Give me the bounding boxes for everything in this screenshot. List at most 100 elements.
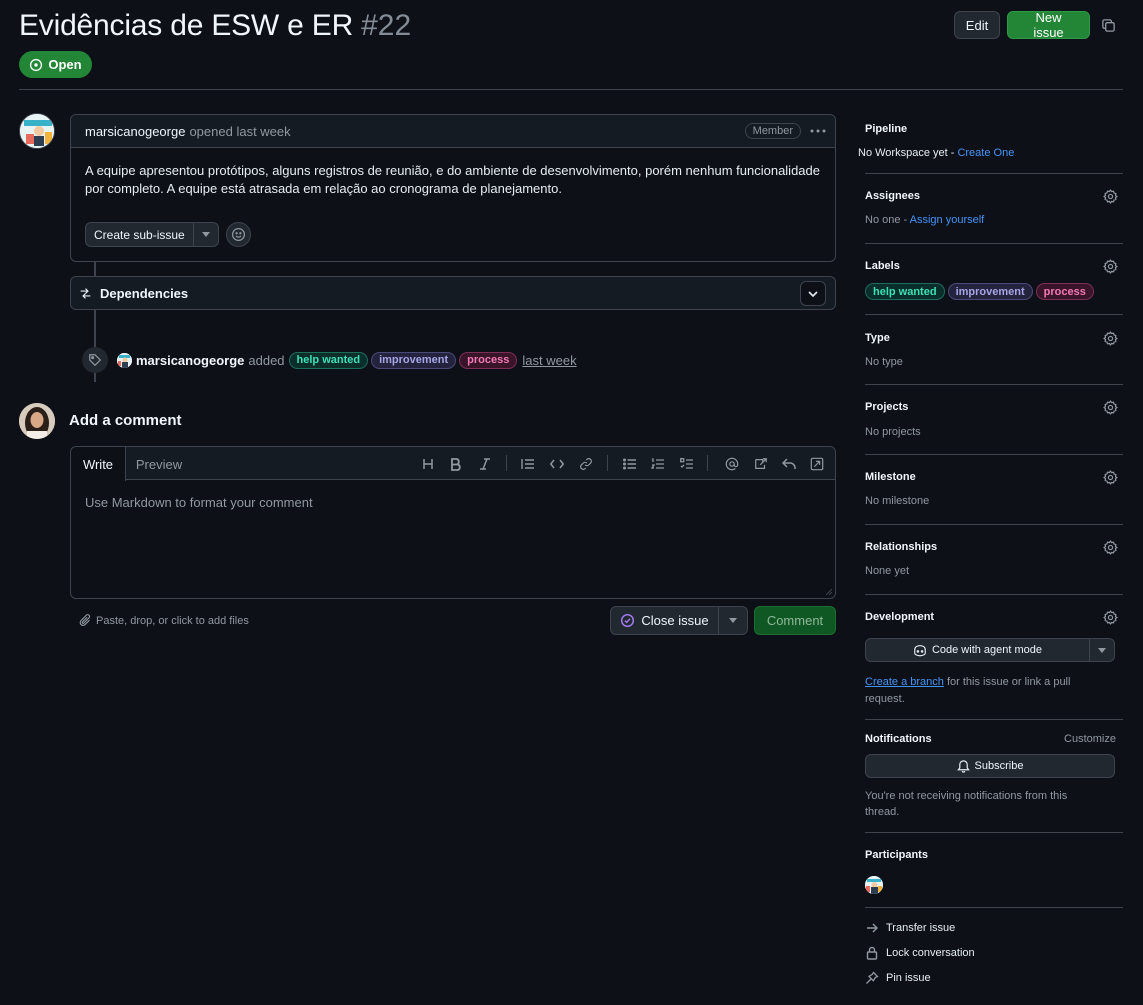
gear-icon[interactable] xyxy=(1103,400,1119,416)
bell-icon xyxy=(956,759,970,773)
notifications-title: Notifications xyxy=(865,733,932,745)
type-title[interactable]: Type xyxy=(865,332,890,344)
numbered-list-icon[interactable] xyxy=(649,455,667,473)
task-list-icon[interactable] xyxy=(678,455,696,473)
create-branch-link[interactable]: Create a branch xyxy=(865,676,944,688)
assignees-title[interactable]: Assignees xyxy=(865,190,920,202)
sidebar-divider xyxy=(865,907,1123,908)
gear-icon[interactable] xyxy=(1103,259,1119,275)
gear-icon[interactable] xyxy=(1103,331,1119,347)
issue-title-row: Evidências de ESW e ER #22 xyxy=(19,6,411,46)
triangle-down-icon[interactable] xyxy=(1090,639,1114,661)
tab-write[interactable]: Write xyxy=(71,447,126,481)
gear-icon[interactable] xyxy=(1103,470,1119,486)
copilot-icon xyxy=(913,644,927,657)
customize-notifications-link[interactable]: Customize xyxy=(1064,733,1116,745)
author-avatar[interactable] xyxy=(19,113,55,149)
tab-preview[interactable]: Preview xyxy=(127,447,191,481)
pin-issue-label: Pin issue xyxy=(886,972,931,984)
sidebar-divider xyxy=(865,524,1123,525)
sidebar-divider xyxy=(865,384,1123,385)
saved-reply-icon[interactable] xyxy=(780,455,798,473)
mention-icon[interactable] xyxy=(723,455,741,473)
toolbar-separator xyxy=(607,455,608,471)
code-with-agent-main[interactable]: Code with agent mode xyxy=(866,639,1090,661)
sidebar-label-improvement[interactable]: improvement xyxy=(947,283,1033,300)
pin-issue-action[interactable]: Pin issue xyxy=(865,971,931,985)
bulleted-list-icon[interactable] xyxy=(621,455,639,473)
resize-grip-icon[interactable] xyxy=(825,588,833,596)
relationships-title[interactable]: Relationships xyxy=(865,541,937,553)
event-actor-avatar[interactable] xyxy=(117,352,132,368)
subscribe-button[interactable]: Subscribe xyxy=(865,754,1115,778)
member-badge: Member xyxy=(744,123,801,139)
assignees-text: No one - Assign yourself xyxy=(865,214,984,226)
comment-author-link[interactable]: marsicanogeorge xyxy=(85,124,185,139)
sidebar-divider xyxy=(865,243,1123,244)
create-workspace-link[interactable]: Create One xyxy=(957,147,1014,159)
heading-icon[interactable] xyxy=(419,455,437,473)
transfer-issue-label: Transfer issue xyxy=(886,922,956,934)
label-help-wanted[interactable]: help wanted xyxy=(288,351,369,369)
label-added-event: marsicanogeorge added help wanted improv… xyxy=(82,346,577,374)
sidebar-label-process[interactable]: process xyxy=(1035,283,1094,300)
dependencies-panel[interactable]: Dependencies xyxy=(70,276,836,310)
label-improvement[interactable]: improvement xyxy=(371,351,457,369)
development-title[interactable]: Development xyxy=(865,611,934,623)
copy-link-icon[interactable] xyxy=(1097,13,1119,37)
issue-state-label: Open xyxy=(48,57,82,72)
attach-files-hint[interactable]: Paste, drop, or click to add files xyxy=(79,614,249,627)
milestone-title[interactable]: Milestone xyxy=(865,471,916,483)
quote-icon[interactable] xyxy=(519,455,537,473)
dependencies-icon xyxy=(79,287,92,300)
smiley-icon[interactable] xyxy=(225,222,251,247)
comment-body-text: A equipe apresentou protótipos, alguns r… xyxy=(85,163,820,196)
kebab-menu-icon[interactable] xyxy=(809,123,827,139)
comment-textarea[interactable]: Use Markdown to format your comment xyxy=(85,495,313,510)
sidebar-divider xyxy=(865,594,1123,595)
chevron-down-icon[interactable] xyxy=(800,281,826,306)
event-timestamp-link[interactable]: last week xyxy=(522,353,576,368)
label-process[interactable]: process xyxy=(459,351,518,369)
toolbar-separator xyxy=(707,455,708,471)
close-issue-main[interactable]: Close issue xyxy=(611,607,719,634)
comment-editor: Write Preview Use Markdown to format you… xyxy=(70,446,836,599)
lock-conversation-action[interactable]: Lock conversation xyxy=(865,946,975,960)
create-sub-issue-label[interactable]: Create sub-issue xyxy=(86,223,194,246)
sidebar-divider xyxy=(865,173,1123,174)
gear-icon[interactable] xyxy=(1103,540,1119,556)
paperclip-icon xyxy=(79,614,92,627)
current-user-avatar[interactable] xyxy=(19,403,55,439)
italic-icon[interactable] xyxy=(476,455,494,473)
new-issue-button[interactable]: New issue xyxy=(1007,10,1090,40)
participant-avatar[interactable] xyxy=(865,876,883,894)
triangle-down-icon[interactable] xyxy=(194,223,218,246)
assign-yourself-link[interactable]: Assign yourself xyxy=(910,214,985,226)
labels-title[interactable]: Labels xyxy=(865,260,900,272)
event-actor-link[interactable]: marsicanogeorge xyxy=(136,353,244,368)
gear-icon[interactable] xyxy=(1103,610,1119,626)
assignees-status: No one - xyxy=(865,214,910,226)
reference-icon[interactable] xyxy=(752,455,770,473)
code-icon[interactable] xyxy=(548,455,566,473)
close-issue-button[interactable]: Close issue xyxy=(610,606,748,635)
issue-closed-icon xyxy=(620,613,635,628)
comment-submit-button[interactable]: Comment xyxy=(754,606,836,635)
relationships-text: None yet xyxy=(865,565,910,577)
fullscreen-icon[interactable] xyxy=(808,455,826,473)
link-icon[interactable] xyxy=(577,455,595,473)
sidebar-divider xyxy=(865,454,1123,455)
transfer-issue-action[interactable]: Transfer issue xyxy=(865,921,955,935)
event-verb: added xyxy=(248,352,285,368)
lock-icon xyxy=(865,946,879,960)
create-sub-issue-button[interactable]: Create sub-issue xyxy=(85,222,219,247)
edit-button[interactable]: Edit xyxy=(954,11,1000,39)
sidebar-label-help-wanted[interactable]: help wanted xyxy=(865,283,945,300)
projects-title[interactable]: Projects xyxy=(865,401,908,413)
issue-title: Evidências de ESW e ER xyxy=(19,9,354,42)
comment-timestamp[interactable]: opened last week xyxy=(189,124,290,139)
gear-icon[interactable] xyxy=(1103,189,1119,205)
code-with-agent-button[interactable]: Code with agent mode xyxy=(865,638,1115,662)
triangle-down-icon[interactable] xyxy=(719,607,747,634)
bold-icon[interactable] xyxy=(447,455,465,473)
